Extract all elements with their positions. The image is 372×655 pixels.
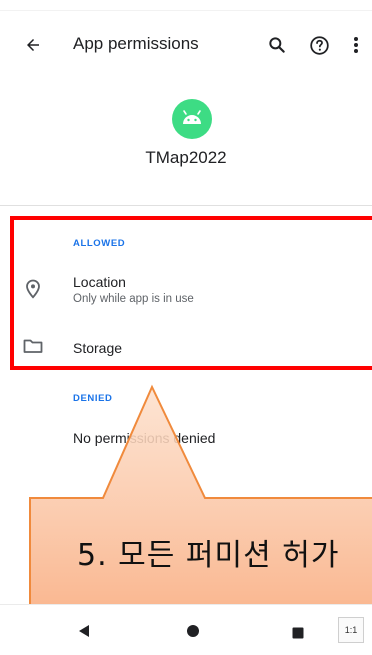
divider <box>0 205 372 206</box>
triangle-back-icon <box>79 625 89 637</box>
more-options-button[interactable] <box>344 32 368 58</box>
nav-home-button[interactable] <box>186 623 200 642</box>
page-title: App permissions <box>73 34 199 53</box>
denied-empty-text: No permissions denied <box>73 430 216 446</box>
back-button[interactable] <box>18 32 48 58</box>
app-bar: App permissions <box>0 10 372 80</box>
help-icon <box>309 35 329 55</box>
search-icon <box>269 37 285 53</box>
app-header: TMap2022 <box>0 95 372 185</box>
app-name: TMap2022 <box>145 148 227 167</box>
app-icon <box>172 99 212 139</box>
help-button[interactable] <box>306 32 332 58</box>
section-header-denied: DENIED <box>73 393 113 404</box>
square-recents-icon <box>292 627 304 639</box>
callout-text: 5. 모든 퍼미션 허가 <box>77 538 340 573</box>
highlight-box <box>10 216 372 370</box>
arrow-back-icon <box>27 39 39 51</box>
nav-back-button[interactable] <box>77 623 91 642</box>
search-button[interactable] <box>264 32 290 58</box>
scale-indicator[interactable]: 1:1 <box>338 617 364 643</box>
navigation-bar: 1:1 <box>0 604 372 655</box>
nav-recents-button[interactable] <box>292 624 304 643</box>
more-vert-icon <box>354 37 358 53</box>
circle-home-icon <box>187 625 199 637</box>
android-icon <box>183 110 201 124</box>
